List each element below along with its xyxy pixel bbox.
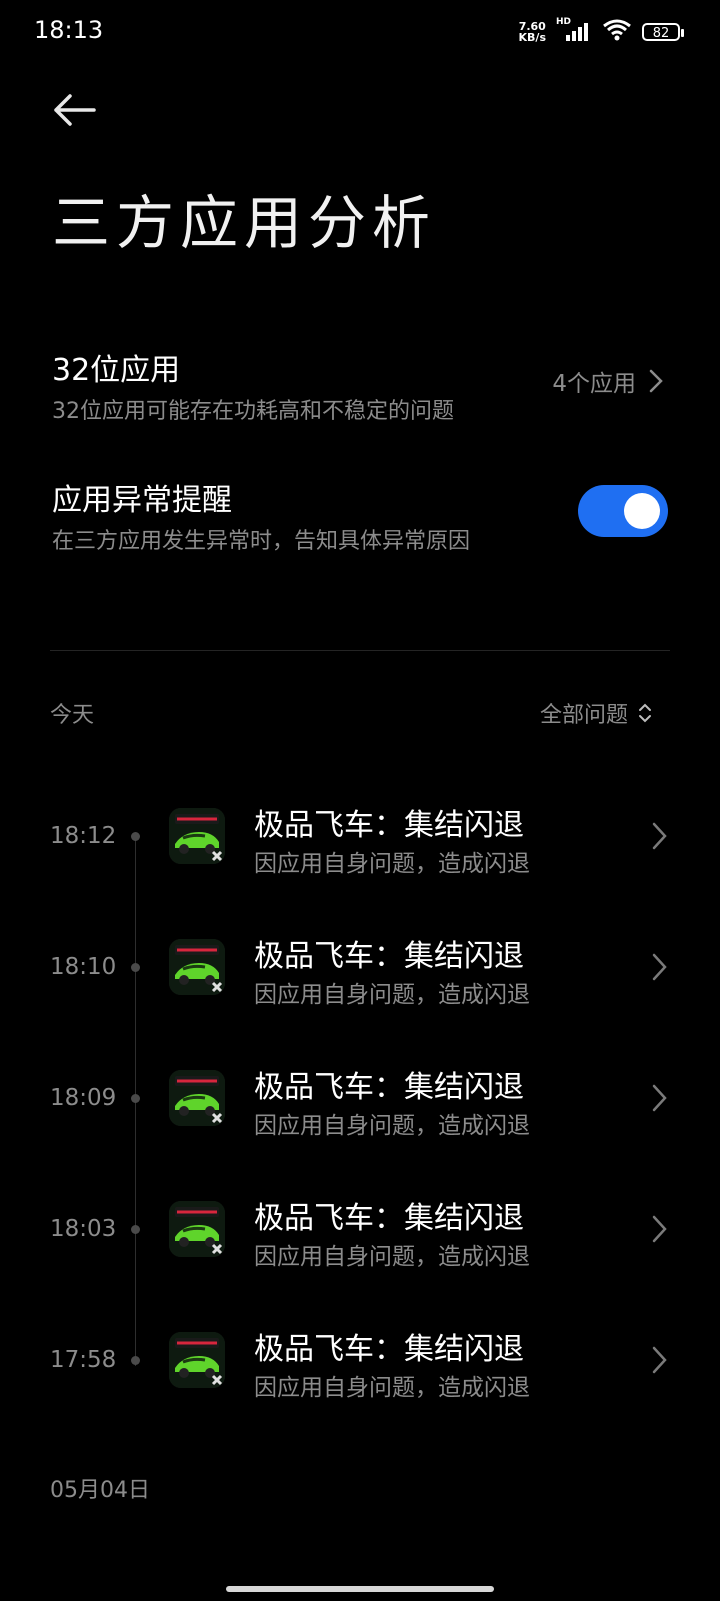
toggle-knob [624,493,660,529]
filter-dropdown[interactable]: 全部问题 [540,697,652,729]
event-time: 18:12 [50,823,117,849]
timeline-dot [131,1225,140,1234]
arrow-left-icon [54,94,96,126]
need-for-speed-app-icon [169,808,225,864]
event-title: 极品飞车：集结闪退 [254,1070,524,1105]
app-alert-row: 应用异常提醒 在三方应用发生异常时，告知具体异常原因 [52,475,668,554]
crash-event-row[interactable]: 18:09 极品飞车：集结闪退 因应用自身问题，造成闪退 [0,1050,720,1146]
need-for-speed-app-icon [169,1070,225,1126]
filter-label: 全部问题 [539,703,628,728]
bit32-apps-row[interactable]: 32位应用 32位应用可能存在功耗高和不稳定的问题 4个应用 [52,345,668,424]
bit32-count-link[interactable]: 4个应用 [552,364,668,398]
back-button[interactable] [50,90,98,130]
timeline-dot [131,832,140,841]
event-time: 18:10 [50,954,117,980]
home-indicator[interactable] [226,1586,494,1592]
need-for-speed-app-icon [169,939,225,995]
today-label: 今天 [50,703,95,728]
status-icons: 7.60 KB/s HD 82 [519,17,684,46]
app-alert-title: 应用异常提醒 [52,483,232,518]
event-subtitle: 因应用自身问题，造成闪退 [254,1244,530,1270]
divider [50,650,670,651]
event-time: 18:03 [50,1216,117,1242]
sort-updown-icon [639,703,651,723]
event-subtitle: 因应用自身问题，造成闪退 [254,1375,530,1401]
crash-event-row[interactable]: 18:03 极品飞车：集结闪退 因应用自身问题，造成闪退 [0,1181,720,1277]
chevron-right-icon [652,953,667,981]
app-alert-toggle[interactable] [578,485,668,537]
need-for-speed-app-icon [169,1332,225,1388]
event-time: 18:09 [50,1085,117,1111]
event-title: 极品飞车：集结闪退 [254,1332,524,1367]
signal-icon: HD [556,17,592,43]
timeline-dot [131,1094,140,1103]
chevron-right-icon [652,1215,667,1243]
app-alert-subtitle: 在三方应用发生异常时，告知具体异常原因 [52,529,471,554]
chevron-right-icon [652,1346,667,1374]
event-subtitle: 因应用自身问题，造成闪退 [254,851,530,877]
network-type-badge: HD [556,17,572,27]
battery-indicator: 82 [642,23,684,41]
chevron-right-icon [649,369,663,393]
network-speed: 7.60 KB/s [519,21,546,43]
page-title: 三方应用分析 [52,189,437,257]
network-speed-unit: KB/s [518,31,546,44]
crash-event-row[interactable]: 18:10 极品飞车：集结闪退 因应用自身问题，造成闪退 [0,919,720,1015]
crash-event-row[interactable]: 18:12 极品飞车：集结闪退 因应用自身问题，造成闪退 [0,788,720,884]
chevron-right-icon [652,1084,667,1112]
need-for-speed-app-icon [169,1201,225,1257]
timeline-dot [131,1356,140,1365]
timeline-dot [131,963,140,972]
event-subtitle: 因应用自身问题，造成闪退 [254,1113,530,1139]
chevron-right-icon [652,822,667,850]
event-title: 极品飞车：集结闪退 [254,808,524,843]
wifi-icon [602,18,632,46]
status-time: 18:13 [34,16,104,44]
event-title: 极品飞车：集结闪退 [254,1201,524,1236]
event-time: 17:58 [50,1347,117,1373]
date-label: 05月04日 [50,1478,150,1503]
event-subtitle: 因应用自身问题，造成闪退 [254,982,530,1008]
bit32-count: 4个应用 [552,371,636,397]
event-title: 极品飞车：集结闪退 [254,939,524,974]
crash-event-row[interactable]: 17:58 极品飞车：集结闪退 因应用自身问题，造成闪退 [0,1312,720,1408]
